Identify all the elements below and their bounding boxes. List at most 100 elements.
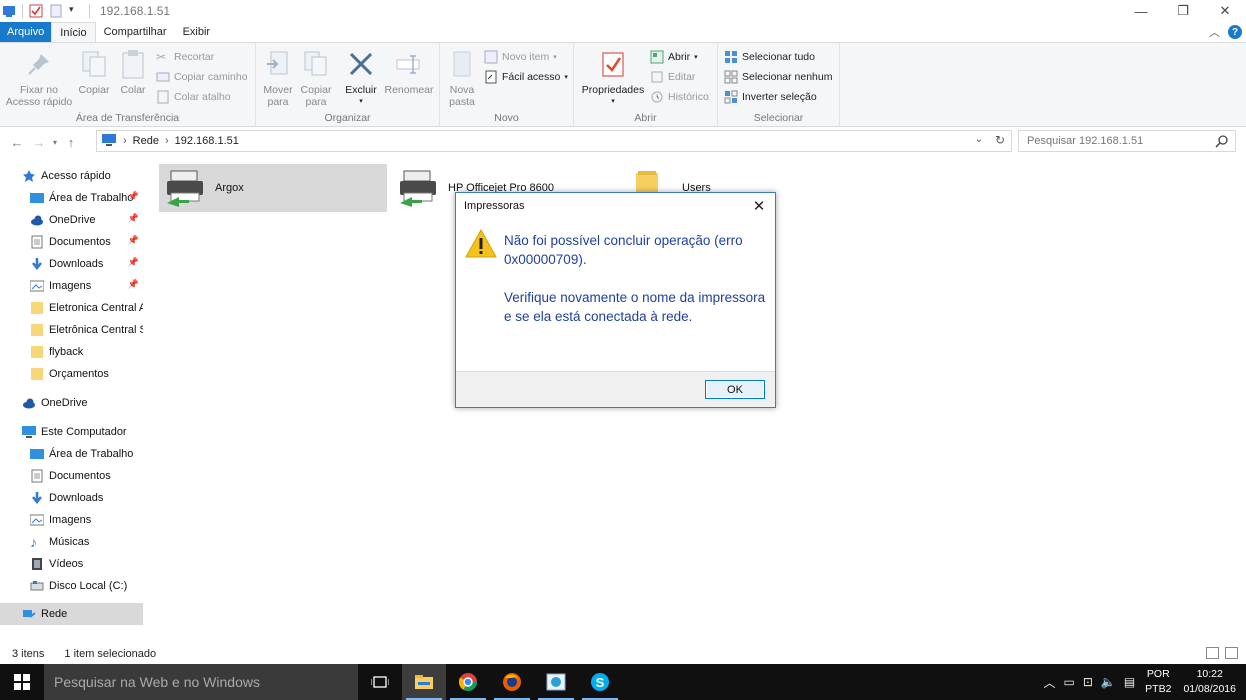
large-icons-view-icon[interactable] [1225, 647, 1238, 659]
nav-videos[interactable]: Vídeos [0, 553, 143, 575]
network-status-icon[interactable]: ⊡ [1083, 675, 1093, 689]
app-window-icon[interactable] [534, 664, 578, 700]
nav-this-pc[interactable]: Este Computador [0, 421, 143, 443]
new-folder-button[interactable]: Nova pasta [444, 49, 480, 108]
copy-to-button[interactable]: Copiar para [298, 49, 334, 108]
help-icon[interactable]: ? [1228, 25, 1242, 39]
list-item[interactable]: Argox [159, 164, 387, 212]
tab-exibir[interactable]: Exibir [175, 22, 219, 42]
nav-folder-eletronica-s[interactable]: Eletrônica Central S [0, 319, 143, 341]
new-group: Nova pasta Novo item ▾ Fácil acesso ▾ No… [440, 43, 574, 127]
ok-button[interactable]: OK [705, 380, 765, 399]
dialog-close-button[interactable]: ✕ [749, 196, 769, 216]
printer-icon [398, 167, 440, 209]
up-arrow-icon[interactable]: ↑ [60, 135, 82, 150]
onedrive-cloud-icon [22, 396, 36, 410]
action-center-icon[interactable]: ▤ [1124, 675, 1135, 689]
tray-chevron-up-icon[interactable]: ︿ [1043, 674, 1055, 691]
new-folder-qat-icon[interactable] [49, 4, 63, 18]
select-none-button[interactable]: Selecionar nenhum [724, 68, 832, 86]
scissors-icon: ✂ [156, 50, 167, 64]
delete-button[interactable]: Excluir ▾ [342, 49, 380, 108]
nav-quick-access[interactable]: Acesso rápido [0, 165, 143, 187]
address-history-chevron-icon[interactable]: ⌄ [975, 134, 983, 145]
nav-downloads-quick[interactable]: Downloads 📌 [0, 253, 143, 275]
explorer-window-icon [2, 4, 16, 18]
copy-button[interactable]: Copiar [76, 49, 112, 96]
start-button[interactable] [0, 664, 44, 700]
nav-downloads[interactable]: Downloads [0, 487, 143, 509]
volume-muted-icon[interactable]: 🔈 [1101, 675, 1116, 689]
copy-path-button[interactable]: Copiar caminho [156, 68, 248, 86]
nav-folder-eletronica-a[interactable]: Eletronica Central A [0, 297, 143, 319]
nav-images[interactable]: Imagens [0, 509, 143, 531]
details-view-icon[interactable] [1206, 647, 1219, 659]
maximize-button[interactable]: ❐ [1162, 0, 1204, 22]
properties-button[interactable]: Propriedades ▾ [578, 49, 648, 108]
nav-documents[interactable]: Documentos [0, 465, 143, 487]
nav-onedrive-quick[interactable]: OneDrive 📌 [0, 209, 143, 231]
refresh-icon[interactable]: ↻ [995, 133, 1005, 147]
desktop-icon [30, 191, 44, 205]
language-indicator[interactable]: POR PTB2 [1145, 667, 1171, 697]
organize-group: Mover para Copiar para Excluir ▾ Renomea… [256, 43, 440, 127]
tab-compartilhar[interactable]: Compartilhar [96, 22, 175, 42]
edit-button[interactable]: Editar [650, 68, 695, 86]
nav-documents-quick[interactable]: Documentos 📌 [0, 231, 143, 253]
window-title: 192.168.1.51 [100, 4, 171, 18]
easy-access-button[interactable]: Fácil acesso ▾ [484, 68, 568, 86]
error-dialog: Impressoras ✕ Não foi possível concluir … [455, 192, 776, 408]
paste-button[interactable]: Colar [116, 49, 150, 96]
back-arrow-icon[interactable]: ← [6, 135, 28, 150]
nav-folder-flyback[interactable]: flyback [0, 341, 143, 363]
minimize-button[interactable]: — [1120, 0, 1162, 22]
properties-check-icon [598, 49, 628, 79]
nav-local-disk[interactable]: Disco Local (C:) [0, 575, 143, 597]
nav-onedrive[interactable]: OneDrive [0, 392, 143, 414]
invert-selection-button[interactable]: Inverter seleção [724, 88, 817, 106]
pin-quick-access-button[interactable]: Fixar no Acesso rápido [4, 49, 74, 108]
new-item-button[interactable]: Novo item ▾ [484, 48, 557, 66]
breadcrumb-rede[interactable]: Rede [133, 135, 159, 147]
breadcrumb-ip[interactable]: 192.168.1.51 [175, 135, 239, 147]
file-explorer-taskbar-icon[interactable] [402, 664, 446, 700]
nav-network[interactable]: Rede [0, 603, 143, 625]
status-bar: 3 itens 1 item selecionado [0, 644, 1246, 664]
history-button[interactable]: Histórico [650, 88, 709, 106]
search-input[interactable]: Pesquisar 192.168.1.51 [1018, 130, 1236, 152]
move-to-button[interactable]: Mover para [260, 49, 296, 108]
windows-logo-icon [14, 674, 30, 690]
collapse-ribbon-icon[interactable]: ︿ [1209, 24, 1220, 40]
chrome-icon[interactable] [446, 664, 490, 700]
recent-locations-chevron-icon[interactable]: ▾ [50, 138, 60, 147]
customize-qat-icon[interactable]: ▾ [69, 4, 83, 18]
new-group-label: Novo [494, 112, 519, 124]
task-view-icon[interactable] [358, 664, 402, 700]
firefox-icon[interactable] [490, 664, 534, 700]
open-button[interactable]: Abrir ▾ [650, 48, 698, 66]
nav-images-quick[interactable]: Imagens 📌 [0, 275, 143, 297]
tab-inicio[interactable]: Início [51, 22, 96, 42]
select-all-button[interactable]: Selecionar tudo [724, 48, 815, 66]
paste-shortcut-button[interactable]: Colar atalho [156, 88, 231, 106]
battery-icon[interactable]: ▭ [1063, 675, 1074, 689]
cut-button[interactable]: ✂ Recortar [156, 48, 214, 66]
rename-button[interactable]: Renomear [382, 49, 436, 96]
skype-icon[interactable]: S [578, 664, 622, 700]
close-button[interactable]: ✕ [1204, 0, 1246, 22]
tab-arquivo[interactable]: Arquivo [0, 22, 52, 42]
dialog-error-text: Não foi possível concluir operação (erro… [504, 233, 743, 267]
pin-icon: 📌 [127, 279, 139, 289]
taskbar-search-input[interactable]: Pesquisar na Web e no Windows [44, 664, 358, 700]
nav-desktop[interactable]: Área de Trabalho [0, 443, 143, 465]
move-to-icon [263, 49, 293, 79]
nav-music[interactable]: ♪ Músicas [0, 531, 143, 553]
open-group: Propriedades ▾ Abrir ▾ Editar Histórico … [574, 43, 718, 127]
properties-qat-icon[interactable] [29, 4, 43, 18]
address-box[interactable]: › Rede › 192.168.1.51 ⌄ ↻ [96, 130, 1012, 152]
forward-arrow-icon[interactable]: → [28, 135, 50, 150]
documents-icon [30, 469, 44, 483]
nav-desktop-quick[interactable]: Área de Trabalho 📌 [0, 187, 143, 209]
clock[interactable]: 10:22 01/08/2016 [1183, 667, 1236, 697]
nav-folder-orcamentos[interactable]: Orçamentos [0, 363, 143, 385]
